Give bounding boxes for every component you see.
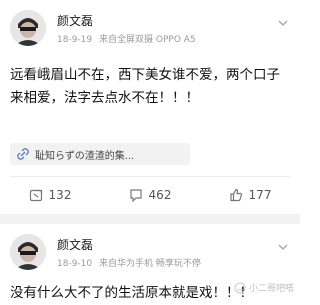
avatar[interactable] xyxy=(10,234,46,270)
post-date: 18-9-10 xyxy=(57,259,93,269)
post-meta: 18-9-10 来自华为手机 畅享玩不停 xyxy=(57,256,205,269)
more-options-button[interactable] xyxy=(276,240,290,254)
more-options-button[interactable] xyxy=(276,16,290,30)
divider xyxy=(10,176,290,177)
repost-icon xyxy=(29,189,42,202)
link-text: 耻知らずの渣渣的集... xyxy=(35,150,135,162)
post-source: 来自华为手机 畅享玩不停 xyxy=(99,259,201,269)
like-count: 177 xyxy=(248,188,272,202)
action-bar: 132 462 177 xyxy=(0,178,300,212)
post-source: 来自全屏双摄 OPPO A5 xyxy=(99,35,196,45)
watermark-logo-icon xyxy=(234,282,246,293)
like-button[interactable]: 177 xyxy=(200,178,300,212)
link-card[interactable]: 耻知らずの渣渣的集... xyxy=(10,143,190,165)
comment-icon xyxy=(129,189,142,202)
thumbs-up-icon xyxy=(229,188,242,202)
chevron-down-icon xyxy=(278,20,288,27)
watermark-text: 小二哥吧嗒 xyxy=(248,284,294,294)
repost-button[interactable]: 132 xyxy=(0,178,100,212)
comment-button[interactable]: 462 xyxy=(100,178,200,212)
avatar[interactable] xyxy=(10,10,46,46)
link-icon xyxy=(16,147,30,161)
comment-count: 462 xyxy=(148,188,172,202)
author-name[interactable]: 颜文磊 xyxy=(57,12,93,29)
post-date: 18-9-19 xyxy=(57,35,93,45)
post-meta: 18-9-19 来自全屏双摄 OPPO A5 xyxy=(57,32,200,45)
feed-separator xyxy=(0,214,300,224)
repost-count: 132 xyxy=(48,188,72,202)
post-card: 颜文磊 18-9-19 来自全屏双摄 OPPO A5 远看峨眉山不在，西下美女谁… xyxy=(0,0,300,214)
post-text: 远看峨眉山不在，西下美女谁不爱，两个口子来相爱，法字去点水不在！！！ xyxy=(10,67,280,106)
author-name[interactable]: 颜文磊 xyxy=(57,236,93,253)
chevron-down-icon xyxy=(278,244,288,251)
watermark: 小二哥吧嗒 xyxy=(234,281,294,294)
